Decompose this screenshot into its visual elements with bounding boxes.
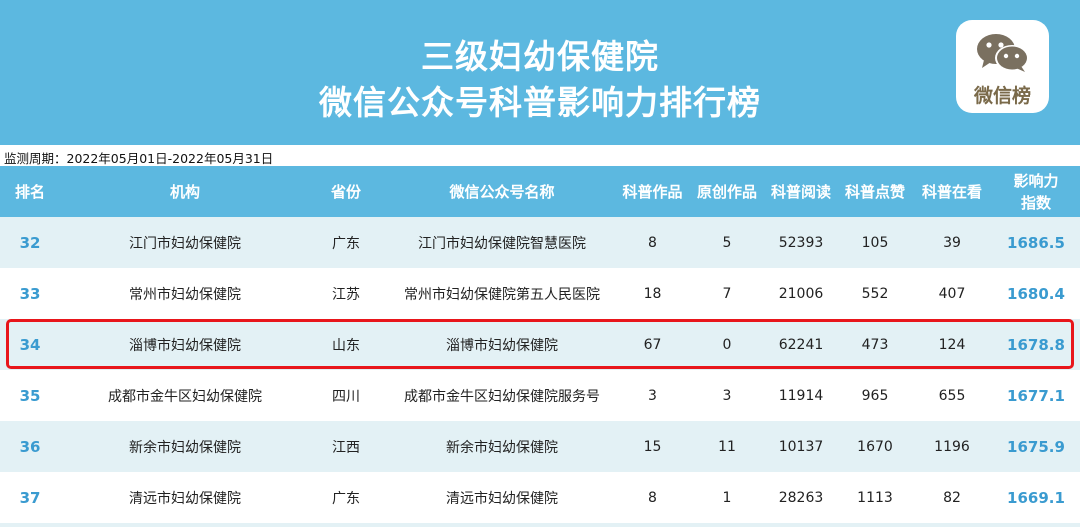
watching-cell: 124	[938, 336, 966, 353]
original-cell: 7	[722, 285, 732, 302]
province-cell: 江西	[332, 439, 360, 456]
account-cell: 新余市妇幼保健院	[446, 439, 558, 456]
table-row: 36 新余市妇幼保健院 江西 新余市妇幼保健院 15 11 10137 1670…	[0, 421, 1080, 472]
rank-cell: 37	[19, 488, 41, 507]
table-row: 33 常州市妇幼保健院 江苏 常州市妇幼保健院第五人民医院 18 7 21006…	[0, 268, 1080, 319]
reads-cell: 52393	[778, 234, 824, 251]
watching-cell: 407	[938, 285, 966, 302]
rank-cell: 35	[19, 386, 41, 405]
original-cell: 0	[722, 336, 732, 353]
reads-cell: 11914	[778, 387, 824, 404]
works-cell: 67	[643, 336, 662, 353]
original-cell: 11	[718, 438, 736, 455]
index-cell: 1686.5	[1007, 233, 1065, 252]
likes-cell: 1113	[857, 489, 893, 506]
index-cell: 1677.1	[1007, 386, 1065, 405]
watching-cell: 39	[943, 234, 961, 251]
original-cell: 1	[722, 489, 732, 506]
col-header-likes: 科普点赞	[844, 183, 905, 201]
org-cell: 淄博市妇幼保健院	[129, 337, 241, 354]
badge-label: 微信榜	[973, 85, 1031, 107]
table-row-highlighted: 34 淄博市妇幼保健院 山东 淄博市妇幼保健院 67 0 62241 473 1…	[0, 319, 1080, 370]
col-header-index-line1: 影响力	[1013, 171, 1059, 190]
col-header-watching: 科普在看	[921, 183, 982, 201]
account-cell: 清远市妇幼保健院	[446, 490, 558, 507]
table-header: 排名 机构 省份 微信公众号名称 科普作品 原创作品 科普阅读 科普点赞 科普在…	[0, 166, 1080, 217]
page-subtitle: 微信公众号科普影响力排行榜	[319, 83, 761, 122]
reads-cell: 10137	[778, 438, 824, 455]
works-cell: 3	[648, 387, 657, 404]
col-header-index-line2: 指数	[1020, 193, 1051, 212]
reads-cell: 21006	[778, 285, 824, 302]
col-header-original: 原创作品	[696, 183, 757, 201]
org-cell: 江门市妇幼保健院	[129, 235, 241, 252]
province-cell: 江苏	[332, 286, 360, 303]
likes-cell: 965	[861, 387, 889, 404]
account-cell: 常州市妇幼保健院第五人民医院	[404, 286, 600, 303]
rank-cell: 33	[19, 284, 41, 303]
col-header-province: 省份	[330, 183, 361, 201]
org-cell: 成都市金牛区妇幼保健院	[108, 388, 262, 405]
col-header-rank: 排名	[14, 183, 45, 201]
account-cell: 江门市妇幼保健院智慧医院	[418, 235, 586, 252]
watching-cell: 82	[943, 489, 961, 506]
col-header-reads: 科普阅读	[770, 183, 831, 201]
col-header-account: 微信公众号名称	[449, 183, 555, 201]
table-row: 35 成都市金牛区妇幼保健院 四川 成都市金牛区妇幼保健院服务号 3 3 119…	[0, 370, 1080, 421]
works-cell: 8	[648, 489, 657, 506]
works-cell: 8	[648, 234, 657, 251]
monitoring-period: 监测周期：2022年05月01日-2022年05月31日	[4, 151, 274, 166]
watching-cell: 655	[938, 387, 966, 404]
rank-cell: 34	[19, 335, 41, 354]
province-cell: 四川	[332, 388, 360, 405]
likes-cell: 552	[861, 285, 889, 302]
province-cell: 广东	[332, 490, 360, 507]
table-bottom-edge	[0, 523, 1080, 527]
col-header-index: 影响力 指数	[992, 166, 1080, 217]
col-header-works: 科普作品	[622, 183, 683, 201]
index-cell: 1669.1	[1007, 488, 1065, 507]
likes-cell: 1670	[857, 438, 893, 455]
rank-cell: 32	[19, 233, 41, 252]
original-cell: 3	[722, 387, 732, 404]
province-cell: 山东	[332, 337, 360, 354]
works-cell: 18	[643, 285, 662, 302]
org-cell: 新余市妇幼保健院	[129, 439, 241, 456]
works-cell: 15	[643, 438, 662, 455]
province-cell: 广东	[332, 235, 360, 252]
page-title: 三级妇幼保健院	[421, 37, 659, 76]
rank-cell: 36	[19, 437, 41, 456]
reads-cell: 28263	[778, 489, 824, 506]
reads-cell: 62241	[778, 336, 824, 353]
watching-cell: 1196	[934, 438, 970, 455]
account-cell: 成都市金牛区妇幼保健院服务号	[404, 388, 600, 405]
original-cell: 5	[722, 234, 732, 251]
likes-cell: 473	[861, 336, 889, 353]
wechat-icon	[977, 34, 1029, 72]
likes-cell: 105	[861, 234, 889, 251]
index-cell: 1675.9	[1007, 437, 1065, 456]
index-cell: 1678.8	[1007, 335, 1065, 354]
wechat-badge: 微信榜	[956, 20, 1049, 113]
col-header-org: 机构	[169, 183, 200, 201]
org-cell: 清远市妇幼保健院	[129, 490, 241, 507]
table-row: 37 清远市妇幼保健院 广东 清远市妇幼保健院 8 1 28263 1113 8…	[0, 472, 1080, 523]
org-cell: 常州市妇幼保健院	[129, 286, 241, 303]
header-banner: 三级妇幼保健院 微信公众号科普影响力排行榜 微信榜	[0, 0, 1080, 145]
index-cell: 1680.4	[1007, 284, 1065, 303]
account-cell: 淄博市妇幼保健院	[446, 337, 558, 354]
table-row: 32 江门市妇幼保健院 广东 江门市妇幼保健院智慧医院 8 5 52393 10…	[0, 217, 1080, 268]
